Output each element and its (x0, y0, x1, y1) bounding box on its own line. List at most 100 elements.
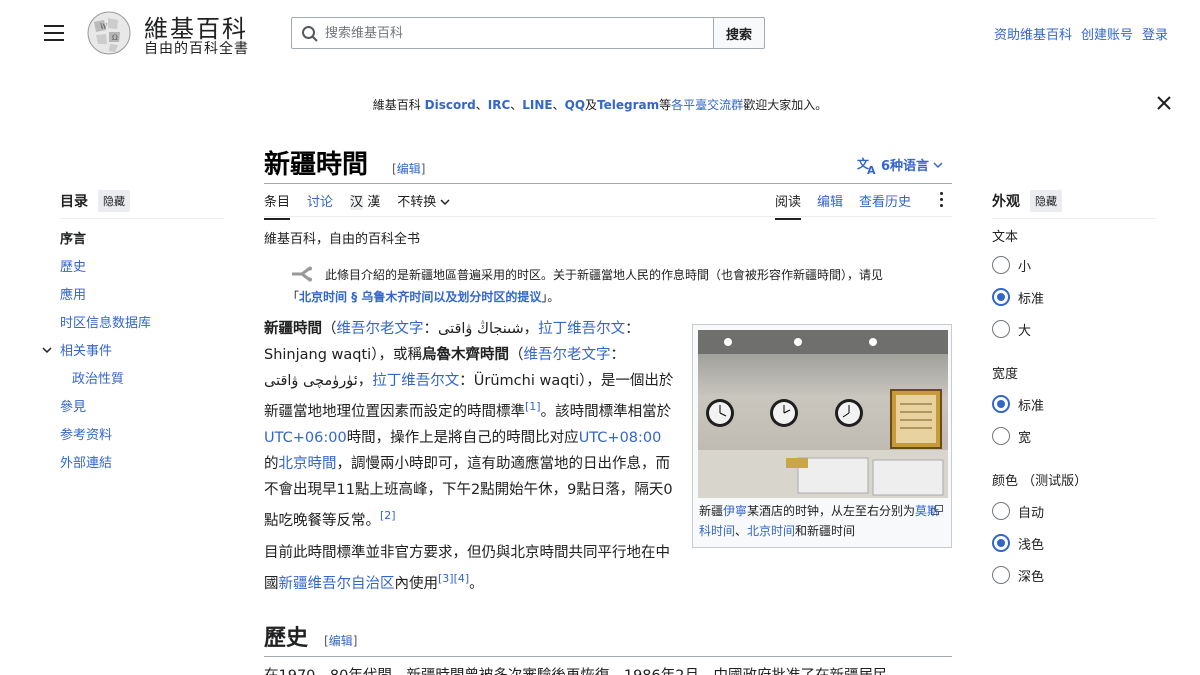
tabs-divider (264, 216, 952, 217)
chevron-down-icon[interactable] (42, 346, 52, 354)
notice-sep: 、 (510, 98, 523, 112)
clock-beijing (770, 399, 798, 427)
appearance-panel: 外观 隐藏 文本 小 标准 大 宽度 标准 宽 颜色 （测试版） 自动 浅色 深… (992, 190, 1156, 591)
radio-selected[interactable] (992, 534, 1010, 552)
svg-text:Ω: Ω (112, 34, 118, 42)
toc-item-intro[interactable]: 序言 (60, 228, 230, 256)
text-run: （ (508, 347, 524, 363)
text-run: 內使用 (394, 575, 439, 592)
inline-link[interactable]: 维吾尔老文字 (337, 321, 424, 337)
inline-link[interactable]: 北京時間 (279, 456, 337, 472)
main-menu-button[interactable] (44, 25, 64, 41)
width-wide[interactable]: 宽 (992, 420, 1156, 452)
radio[interactable] (992, 566, 1010, 584)
option-label: 标准 (1018, 398, 1045, 414)
irc-link[interactable]: IRC (488, 98, 511, 112)
radio[interactable] (992, 502, 1010, 520)
toc-item-external-links[interactable]: 外部連結 (60, 452, 230, 480)
create-account-link[interactable]: 创建账号 (1081, 24, 1133, 43)
text-size-large[interactable]: 大 (992, 313, 1156, 345)
option-label: 大 (1018, 323, 1032, 339)
tab-talk[interactable]: 讨论 (307, 184, 333, 220)
text-run: 新疆 (699, 504, 724, 518)
notice-text: 及 (585, 98, 598, 112)
donate-link[interactable]: 资助维基百科 (994, 24, 1072, 43)
tab-read[interactable]: 阅读 (775, 184, 802, 220)
bracket-close: ] (420, 162, 426, 176)
color-dark[interactable]: 深色 (992, 559, 1156, 591)
text-size-small[interactable]: 小 (992, 249, 1156, 281)
inline-link[interactable]: 伊寧 (723, 504, 747, 518)
radio-selected[interactable] (992, 395, 1010, 413)
color-auto[interactable]: 自动 (992, 495, 1156, 527)
discord-link[interactable]: Discord (425, 98, 476, 112)
toc-item-related-events[interactable]: 相关事件 (42, 340, 230, 368)
notice-sep: 、 (552, 98, 565, 112)
option-label: 小 (1018, 259, 1032, 275)
appearance-divider (992, 218, 1156, 219)
variant-switch[interactable]: 汉 漢 (350, 184, 380, 220)
notice-text: 維基百科 (372, 98, 425, 112)
site-header: W Ω 維基百科 自由的百科全書 搜索 资助维基百科 创建账号 登录 (0, 0, 1200, 66)
citation-link[interactable]: [3][4] (438, 572, 469, 585)
radio-selected[interactable] (992, 288, 1010, 306)
login-link[interactable]: 登录 (1142, 24, 1168, 43)
wikipedia-globe-icon[interactable]: W Ω (84, 10, 134, 56)
tab-article[interactable]: 条目 (264, 184, 291, 220)
more-actions-icon[interactable] (940, 192, 946, 210)
hatnote-link[interactable]: 北京时间 § 乌鲁木齐时间以及划分时区的提议 (299, 290, 541, 304)
inline-link[interactable]: UTC+08:00 (579, 430, 662, 446)
groups-link[interactable]: 各平臺交流群 (671, 98, 743, 112)
appearance-hide-button[interactable]: 隐藏 (1030, 190, 1062, 212)
inline-link[interactable]: 维吾尔老文字 (523, 347, 610, 363)
toc-item-history[interactable]: 歷史 (60, 256, 230, 284)
width-standard[interactable]: 标准 (992, 388, 1156, 420)
toc-item-political[interactable]: 政治性質 (60, 368, 230, 396)
telegram-link[interactable]: Telegram (597, 98, 659, 112)
qq-link[interactable]: QQ (565, 98, 585, 112)
thumbnail-figure: 新疆伊寧某酒店的时钟，从左至右分别为莫斯科时间、北京时间和新疆时间 (692, 324, 952, 548)
radio[interactable] (992, 256, 1010, 274)
inline-link[interactable]: UTC+06:00 (264, 430, 347, 446)
search-button[interactable]: 搜索 (713, 17, 765, 49)
search-input[interactable] (325, 18, 705, 48)
edit-section-link[interactable]: 编辑 (397, 162, 421, 176)
inline-link[interactable]: 新疆维吾尔自治区 (279, 576, 395, 592)
section-divider (264, 656, 952, 657)
toc-item-label: 相关事件 (60, 344, 113, 359)
radio[interactable] (992, 427, 1010, 445)
toc-item-see-also[interactable]: 參見 (60, 396, 230, 424)
toc-item-tzdb[interactable]: 时区信息数据库 (60, 312, 230, 340)
converter-label: 不转换 (397, 195, 437, 210)
toc-item-usage[interactable]: 應用 (60, 284, 230, 312)
language-button[interactable]: 文 A 6种语言 (857, 155, 943, 174)
color-light[interactable]: 浅色 (992, 527, 1156, 559)
variant-traditional[interactable]: 漢 (367, 195, 380, 210)
tab-edit[interactable]: 编辑 (817, 184, 843, 220)
appearance-title: 外观 (992, 194, 1020, 210)
edit-section-link[interactable]: 编辑 (329, 634, 353, 648)
text-run: 的 (264, 455, 279, 472)
inline-link[interactable]: 拉丁维吾尔文 (372, 373, 459, 389)
citation-link[interactable]: [2] (380, 509, 396, 522)
close-icon[interactable] (1156, 95, 1172, 111)
bold-term: 烏魯木齊時間 (421, 347, 509, 363)
hotel-clocks-photo[interactable] (698, 330, 948, 498)
tab-history[interactable]: 查看历史 (859, 184, 911, 220)
toc-item-references[interactable]: 参考资料 (60, 424, 230, 452)
citation-link[interactable]: [1] (525, 400, 541, 413)
inline-link[interactable]: 拉丁维吾尔文 (538, 321, 625, 337)
svg-text:W: W (100, 23, 108, 31)
appearance-header: 外观 隐藏 (992, 190, 1156, 212)
radio[interactable] (992, 320, 1010, 338)
text-size-standard[interactable]: 标准 (992, 281, 1156, 313)
toc-hide-button[interactable]: 隐藏 (98, 190, 130, 212)
line-link[interactable]: LINE (522, 98, 552, 112)
variant-simplified[interactable]: 汉 (350, 195, 364, 210)
search-icon (302, 26, 318, 42)
inline-link[interactable]: 北京时间 (747, 524, 795, 538)
text-run: ：شىنجاڭ ۋاقتى， (423, 321, 539, 337)
bracket-close: ] (352, 634, 358, 648)
variant-dropdown[interactable]: 不转换 (397, 184, 450, 220)
lead-paragraph: 新疆時間（维吾尔老文字：شىنجاڭ ۋاقتى，拉丁维吾尔文：Shinjang… (264, 316, 674, 534)
